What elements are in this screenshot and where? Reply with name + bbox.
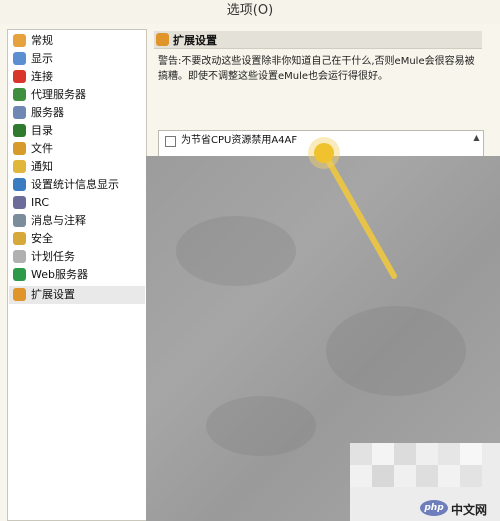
pointer-annotation xyxy=(308,137,397,279)
pointer-dot xyxy=(314,143,334,163)
php-logo-icon: php xyxy=(420,500,448,516)
pointer-line xyxy=(321,150,397,279)
watermark: php 中文网 xyxy=(420,500,495,518)
watermark-text: 中文网 xyxy=(451,503,488,517)
